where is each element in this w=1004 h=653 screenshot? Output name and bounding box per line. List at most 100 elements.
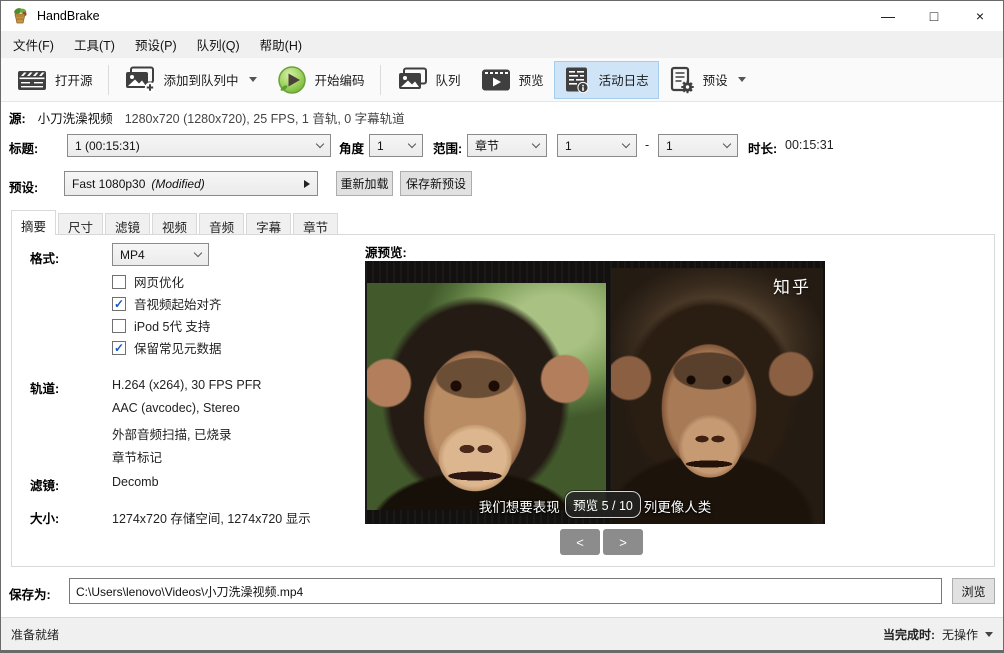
menu-presets[interactable]: 预设(P) <box>125 30 187 59</box>
preset-name: Fast 1080p30 <box>72 177 145 191</box>
preview-photo-real-chimp <box>367 283 606 510</box>
when-done-value: 无操作 <box>942 626 978 643</box>
tab-video[interactable]: 视频 <box>152 213 197 235</box>
preset-select[interactable]: Fast 1080p30 (Modified) <box>64 171 318 196</box>
format-value: MP4 <box>120 248 145 262</box>
title-label: 标题: <box>9 138 38 157</box>
chevron-down-icon <box>408 140 416 148</box>
chevron-down-icon <box>622 140 630 148</box>
menu-help[interactable]: 帮助(H) <box>250 30 312 59</box>
caption-left: 我们想要表现 <box>479 496 560 516</box>
tab-summary[interactable]: 摘要 <box>11 210 56 235</box>
web-optimized-label: 网页优化 <box>134 272 184 291</box>
video-preview-icon <box>481 68 511 92</box>
start-encode-button[interactable]: 开始编码 <box>267 61 375 99</box>
prev-arrow: < <box>576 535 584 550</box>
tab-dimensions[interactable]: 尺寸 <box>58 213 103 235</box>
preset-gear-icon <box>669 66 695 94</box>
range-from-select[interactable]: 1 <box>557 134 637 157</box>
titlebar: HandBrake — □ × <box>1 1 1003 31</box>
metadata-checkbox[interactable]: ✓ <box>112 341 126 355</box>
toolbar: 打开源 添加到队列中 <box>1 58 1003 102</box>
reload-preset-label: 重新加载 <box>340 175 388 192</box>
browse-button[interactable]: 浏览 <box>952 578 995 604</box>
range-type-value: 章节 <box>475 137 499 154</box>
window-controls: — □ × <box>865 1 1003 31</box>
status-ready-text: 准备就绪 <box>11 626 59 643</box>
source-name: 小刀洗澡视频 <box>38 108 113 127</box>
activity-log-icon <box>564 66 591 94</box>
queue-label: 队列 <box>436 70 461 89</box>
toolbar-separator <box>380 65 381 95</box>
zhihu-watermark: 知乎 <box>773 273 811 298</box>
photos-stack-icon <box>396 67 428 93</box>
angle-label: 角度 <box>339 138 364 157</box>
filters-value: Decomb <box>112 475 159 489</box>
presets-toolbar-button[interactable]: 预设 <box>659 61 756 99</box>
preview-prev-button[interactable]: < <box>560 529 600 555</box>
summary-panel: 格式: MP4 网页优化 ✓ 音视频起始对齐 iPod 5代 支持 ✓ 保留常见… <box>11 234 995 567</box>
ipod-support-checkbox[interactable] <box>112 319 126 333</box>
range-to-value: 1 <box>666 139 673 153</box>
metadata-label: 保留常见元数据 <box>134 338 222 357</box>
reload-preset-button[interactable]: 重新加载 <box>336 171 393 196</box>
source-label: 源: <box>9 108 26 127</box>
caption-right: 列更像人类 <box>644 496 712 516</box>
web-optimized-row: 网页优化 <box>112 272 184 291</box>
preset-label: 预设: <box>9 177 38 196</box>
app-icon <box>11 7 29 25</box>
align-av-checkbox[interactable]: ✓ <box>112 297 126 311</box>
tab-audio[interactable]: 音频 <box>199 213 244 235</box>
chevron-down-icon <box>194 249 202 257</box>
source-preview-label: 源预览: <box>365 242 407 261</box>
tracks-label: 轨道: <box>30 378 59 397</box>
handbrake-window: HandBrake — □ × 文件(F) 工具(T) 预设(P) 队列(Q) … <box>0 0 1004 653</box>
format-select[interactable]: MP4 <box>112 243 209 266</box>
tab-subtitles[interactable]: 字幕 <box>246 213 291 235</box>
when-done-dropdown[interactable]: 当完成时: 无操作 <box>883 626 993 643</box>
size-label: 大小: <box>30 508 59 527</box>
minimize-button[interactable]: — <box>865 1 911 31</box>
save-path-input[interactable] <box>69 578 942 604</box>
range-type-select[interactable]: 章节 <box>467 134 547 157</box>
angle-select[interactable]: 1 <box>369 134 423 157</box>
metadata-row: ✓ 保留常见元数据 <box>112 338 222 357</box>
maximize-button[interactable]: □ <box>911 1 957 31</box>
open-source-button[interactable]: 打开源 <box>7 61 103 99</box>
activity-log-button[interactable]: 活动日志 <box>554 61 659 99</box>
duration-label: 时长: <box>748 138 777 157</box>
ipod-support-row: iPod 5代 支持 <box>112 316 210 335</box>
statusbar: 准备就绪 当完成时: 无操作 <box>1 617 1003 650</box>
align-av-label: 音视频起始对齐 <box>134 294 222 313</box>
menu-file[interactable]: 文件(F) <box>3 30 64 59</box>
add-to-queue-label: 添加到队列中 <box>164 70 239 89</box>
title-select[interactable]: 1 (00:15:31) <box>67 134 331 157</box>
add-to-queue-button[interactable]: 添加到队列中 <box>114 61 267 99</box>
track-chapter-markers: 章节标记 <box>112 447 162 466</box>
queue-button[interactable]: 队列 <box>386 61 471 99</box>
presets-toolbar-label: 预设 <box>703 70 728 89</box>
open-source-label: 打开源 <box>55 70 93 89</box>
play-icon <box>277 65 307 95</box>
web-optimized-checkbox[interactable] <box>112 275 126 289</box>
chevron-down-icon <box>316 140 324 148</box>
range-label: 范围: <box>433 138 462 157</box>
title-select-value: 1 (00:15:31) <box>75 139 140 153</box>
start-encode-label: 开始编码 <box>315 70 365 89</box>
range-to-select[interactable]: 1 <box>658 134 738 157</box>
preview-photo-cgi-chimp <box>611 268 823 524</box>
next-arrow: > <box>619 535 627 550</box>
align-av-row: ✓ 音视频起始对齐 <box>112 294 222 313</box>
chevron-down-icon <box>985 632 993 637</box>
preview-counter-tooltip: 预览 5 / 10 <box>565 491 641 518</box>
preview-button[interactable]: 预览 <box>471 61 554 99</box>
tab-chapters[interactable]: 章节 <box>293 213 338 235</box>
menu-queue[interactable]: 队列(Q) <box>187 30 250 59</box>
source-details: 1280x720 (1280x720), 25 FPS, 1 音轨, 0 字幕轨… <box>125 108 405 127</box>
track-audio: AAC (avcodec), Stereo <box>112 401 240 415</box>
tab-filters[interactable]: 滤镜 <box>105 213 150 235</box>
preview-next-button[interactable]: > <box>603 529 643 555</box>
menu-tools[interactable]: 工具(T) <box>64 30 125 59</box>
save-new-preset-button[interactable]: 保存新预设 <box>400 171 472 196</box>
close-button[interactable]: × <box>957 1 1003 31</box>
